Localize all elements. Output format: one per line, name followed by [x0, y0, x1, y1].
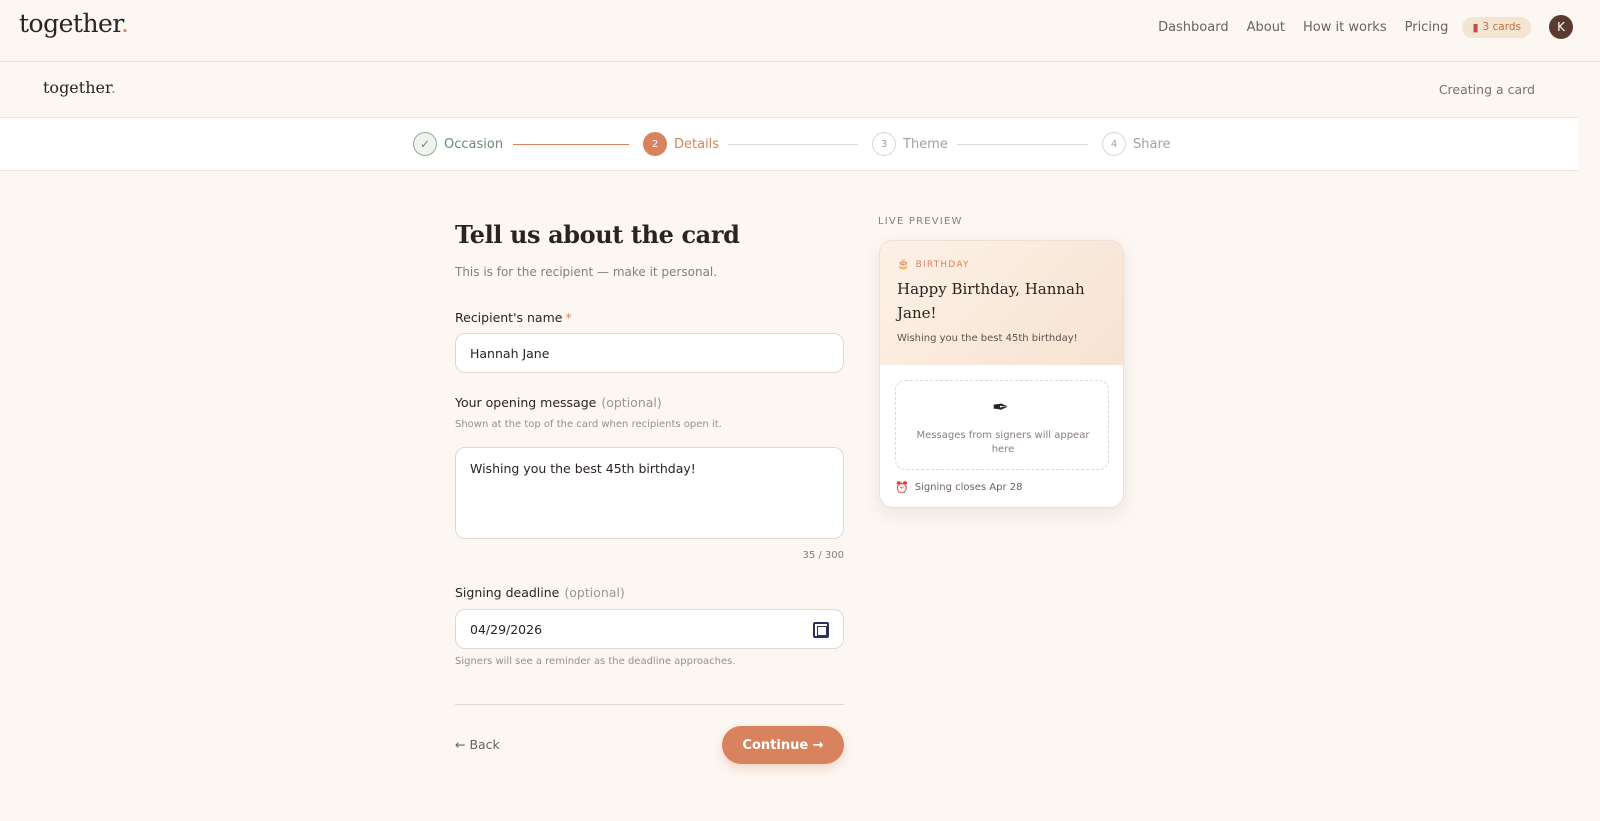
optional-tag: (optional)	[564, 585, 625, 600]
nav-link-how-it-works[interactable]: How it works	[1303, 20, 1387, 35]
nav-link-pricing[interactable]: Pricing	[1405, 20, 1449, 35]
card-preview-header: 🎂 BIRTHDAY Happy Birthday, Hannah Jane! …	[880, 241, 1123, 365]
recipient-label-text: Recipient's name	[455, 310, 563, 325]
avatar[interactable]: K	[1549, 15, 1573, 39]
nav-link-about[interactable]: About	[1247, 20, 1285, 35]
step-theme[interactable]: 3 Theme	[872, 132, 948, 156]
opening-message-textarea[interactable]: Wishing you the best 45th birthday!	[455, 447, 844, 539]
step-label: Occasion	[444, 136, 504, 152]
required-mark: *	[565, 310, 572, 325]
top-nav: together. Dashboard About How it works P…	[0, 0, 1600, 62]
opening-message-hint: Shown at the top of the card when recipi…	[455, 419, 722, 430]
back-button[interactable]: ← Back	[455, 737, 500, 752]
step-label: Details	[674, 136, 720, 152]
sub-header: together. Creating a card	[0, 62, 1578, 118]
deadline-label-text: Signing deadline	[455, 585, 560, 600]
step-share[interactable]: 4 Share	[1102, 132, 1171, 156]
deadline-date-input[interactable]: 04/29/2026	[455, 609, 844, 649]
check-icon: ✓	[413, 132, 437, 156]
cards-badge-label: 3 cards	[1482, 21, 1522, 33]
step-number: 3	[872, 132, 896, 156]
sub-brand-dot: .	[110, 78, 116, 97]
recipient-label: Recipient's name *	[455, 310, 572, 325]
step-label: Share	[1133, 136, 1171, 152]
signing-deadline-note: ⏰ Signing closes Apr 28	[895, 481, 1023, 494]
cake-icon: 🎂	[897, 259, 911, 270]
alarm-clock-icon: ⏰	[895, 481, 909, 494]
stepper: ✓ Occasion 2 Details 3 Theme 4 Share	[0, 118, 1578, 171]
recipient-name-input[interactable]: Hannah Jane	[455, 333, 844, 373]
occasion-text: BIRTHDAY	[915, 259, 970, 270]
step-number: 2	[643, 132, 667, 156]
sub-brand-text: together	[43, 78, 111, 97]
feather-icon: ✒	[992, 395, 1009, 419]
card-preview-title: Happy Birthday, Hannah Jane!	[897, 280, 1085, 322]
card-preview: 🎂 BIRTHDAY Happy Birthday, Hannah Jane! …	[879, 240, 1124, 508]
calendar-icon[interactable]	[813, 622, 829, 638]
step-connector-3	[957, 144, 1088, 145]
step-connector-2	[728, 144, 858, 145]
step-occasion[interactable]: ✓ Occasion	[413, 132, 503, 156]
signing-deadline-text: Signing closes Apr 28	[914, 482, 1023, 493]
form-divider	[455, 704, 844, 705]
card-preview-message: Wishing you the best 45th birthday!	[897, 333, 1078, 344]
step-number: 4	[1102, 132, 1126, 156]
step-details[interactable]: 2 Details	[643, 132, 719, 156]
occasion-tag: 🎂 BIRTHDAY	[897, 259, 970, 270]
optional-tag: (optional)	[601, 395, 662, 410]
card-icon: ▮	[1472, 20, 1479, 34]
empty-state-text: Messages from signers will appear here	[916, 430, 1090, 455]
step-connector-1	[513, 144, 629, 145]
continue-button[interactable]: Continue →	[722, 726, 844, 764]
page-subtitle: This is for the recipient — make it pers…	[455, 265, 718, 279]
recipient-name-value: Hannah Jane	[470, 345, 550, 361]
signer-messages-placeholder: ✒ Messages from signers will appear here	[895, 380, 1109, 470]
opening-message-label: Your opening message (optional)	[455, 395, 662, 410]
nav-link-dashboard[interactable]: Dashboard	[1158, 20, 1229, 35]
page-title: Tell us about the card	[455, 220, 740, 249]
cards-badge[interactable]: ▮ 3 cards	[1462, 16, 1531, 38]
brand-logo[interactable]: together.	[19, 9, 129, 38]
character-counter: 35 / 300	[802, 550, 844, 561]
nav-links: Dashboard About How it works Pricing ▮ 3…	[1158, 0, 1600, 54]
opening-message-value: Wishing you the best 45th birthday!	[470, 461, 696, 476]
creating-status: Creating a card	[1438, 82, 1535, 97]
brand-text: together	[19, 9, 122, 38]
opening-message-label-text: Your opening message	[455, 395, 597, 410]
sub-brand-logo[interactable]: together.	[43, 78, 116, 97]
deadline-date-value: 04/29/2026	[470, 621, 543, 637]
brand-dot: .	[121, 9, 129, 38]
step-label: Theme	[903, 136, 948, 152]
deadline-label: Signing deadline (optional)	[455, 585, 625, 600]
deadline-hint: Signers will see a reminder as the deadl…	[455, 656, 736, 667]
live-preview-label: LIVE PREVIEW	[878, 216, 963, 227]
